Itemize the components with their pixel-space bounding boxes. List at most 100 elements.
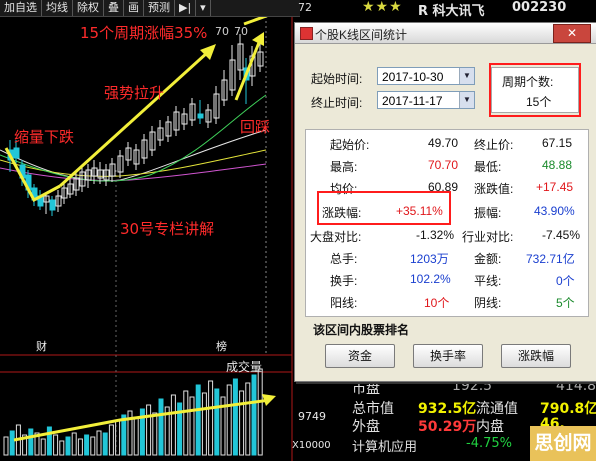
volume-bar xyxy=(102,432,108,456)
volume-bar xyxy=(201,392,207,456)
volume-bar xyxy=(189,396,195,456)
candle-body xyxy=(197,113,204,119)
dialog-titlebar[interactable]: 个股K线区间统计 ✕ xyxy=(295,23,596,44)
rank-by-turnover-button[interactable]: 换手率 xyxy=(413,344,483,368)
stat-value: 49.70 xyxy=(428,136,459,150)
volume-panel-title[interactable]: 成交量 xyxy=(226,358,262,375)
quote-outer-value: 50.29万 xyxy=(418,419,477,435)
volume-arrow-head xyxy=(262,394,276,406)
stat-value: 70.70 xyxy=(428,158,459,172)
volume-bar xyxy=(152,412,158,456)
toolbar-draw[interactable]: 画 xyxy=(124,0,144,16)
highlight-pct-box xyxy=(317,191,451,225)
volume-bar xyxy=(71,432,77,456)
start-date-picker[interactable]: 2017-10-30 ▼ xyxy=(377,67,475,85)
volume-bar xyxy=(226,384,232,456)
stat-label: 平线: xyxy=(474,274,502,288)
quote-sector-label: 计算机应用 xyxy=(352,440,418,455)
stat-label: 涨跌值: xyxy=(474,182,514,196)
stat-value: 10个 xyxy=(424,296,450,310)
start-date-value: 2017-10-30 xyxy=(382,70,444,84)
chevron-down-icon[interactable]: ▼ xyxy=(459,68,474,84)
toolbar-dropdown-icon[interactable]: ▾ xyxy=(196,0,211,16)
quote-float-label: 流通值 xyxy=(476,401,518,417)
ma-line-magenta xyxy=(0,163,267,181)
stat-value: +17.45 xyxy=(536,180,574,194)
stock-name-text: 科大讯飞 xyxy=(432,4,485,19)
r-badge: R xyxy=(418,4,429,19)
volume-bar xyxy=(232,378,238,456)
volume-bar xyxy=(28,428,34,456)
toolbar-ma[interactable]: 均线 xyxy=(42,0,73,16)
stat-label: 金额: xyxy=(474,252,502,266)
end-date-picker[interactable]: 2017-11-17 ▼ xyxy=(377,91,475,109)
stat-value: 102.2% xyxy=(410,272,451,286)
volume-axis-value: 9749 xyxy=(298,410,326,423)
peak-price-label-1: 70 xyxy=(215,25,229,38)
end-date-value: 2017-11-17 xyxy=(382,94,443,108)
volume-bar xyxy=(46,426,52,456)
volume-bar xyxy=(9,430,15,456)
rating-stars: ★★★ xyxy=(362,0,403,15)
toolbar-forecast[interactable]: 预测 xyxy=(144,0,175,16)
chart-toolbar: 加自选 均线 除权 叠 画 预测 ▶| ▾ xyxy=(0,0,300,17)
toolbar-overlay[interactable]: 叠 xyxy=(104,0,124,16)
quote-inner-label: 内盘 xyxy=(476,419,504,435)
volume-bar xyxy=(53,434,59,456)
stock-code: 002230 xyxy=(512,0,567,15)
annotation-shrink-drop: 缩量下跌 xyxy=(14,128,75,146)
end-time-label: 终止时间: xyxy=(311,96,363,110)
interval-stats-dialog: 个股K线区间统计 ✕ 起始时间: 2017-10-30 ▼ 终止时间: 2017… xyxy=(294,22,596,382)
annotation-column: 30号专栏讲解 xyxy=(120,220,215,238)
volume-bar xyxy=(214,388,220,456)
quote-total-cap-value: 932.5亿 xyxy=(418,401,477,417)
stat-value: -7.45% xyxy=(542,228,581,242)
stat-value: 0个 xyxy=(556,274,575,288)
site-watermark: 思创网 xyxy=(530,426,596,461)
annotation-period-gain: 15个周期涨幅35% xyxy=(80,24,208,42)
stat-label: 行业对比: xyxy=(462,230,514,244)
quote-total-cap-label: 总市值 xyxy=(352,401,394,417)
y-axis-top-label: 72 xyxy=(298,1,312,14)
rank-section-title: 该区间内股票排名 xyxy=(313,323,410,337)
rise-arrow-line xyxy=(58,50,210,188)
stat-value: 67.15 xyxy=(542,136,573,150)
stat-label: 振幅: xyxy=(474,206,502,220)
stat-value: 48.88 xyxy=(542,158,573,172)
rank-by-fund-button[interactable]: 资金 xyxy=(325,344,395,368)
stat-value: 5个 xyxy=(556,296,575,310)
quote-float-value: 790.8亿 xyxy=(540,401,596,417)
stat-label: 起始价: xyxy=(330,138,370,152)
stat-label: 阴线: xyxy=(474,296,502,310)
event-marker-cai: 财 xyxy=(36,340,47,353)
rank-by-change-button[interactable]: 涨跌幅 xyxy=(501,344,571,368)
volume-bar xyxy=(158,398,164,456)
stock-name: R 科大讯飞 xyxy=(418,0,485,19)
volume-bar xyxy=(245,382,251,456)
volume-bar xyxy=(108,424,114,456)
volume-bar xyxy=(65,436,71,456)
stat-label: 最低: xyxy=(474,160,502,174)
close-icon[interactable]: ✕ xyxy=(553,24,591,43)
quote-sector-value: -4.75% xyxy=(466,436,512,451)
peak-price-label-2: 70 xyxy=(234,25,248,38)
toolbar-next-icon[interactable]: ▶| xyxy=(175,0,197,16)
stat-label: 终止价: xyxy=(474,138,514,152)
volume-bar xyxy=(251,374,257,456)
volume-bar xyxy=(77,438,83,456)
event-marker-bang: 榜 xyxy=(216,340,227,353)
dialog-title: 个股K线区间统计 xyxy=(315,28,408,42)
stat-label: 总手: xyxy=(330,252,358,266)
chevron-down-icon[interactable]: ▼ xyxy=(459,92,474,108)
dialog-app-icon xyxy=(300,27,313,40)
volume-bar xyxy=(257,368,263,456)
volume-bar xyxy=(170,394,176,456)
volume-axis-unit: X10000 xyxy=(292,440,331,451)
stat-label: 换手: xyxy=(330,274,358,288)
stat-value: 732.71亿 xyxy=(526,252,575,266)
toolbar-add-favorite[interactable]: 加自选 xyxy=(0,0,42,16)
volume-bar xyxy=(208,380,214,456)
toolbar-exright[interactable]: 除权 xyxy=(73,0,104,16)
volume-bar xyxy=(3,436,9,456)
volume-bar xyxy=(90,436,96,456)
